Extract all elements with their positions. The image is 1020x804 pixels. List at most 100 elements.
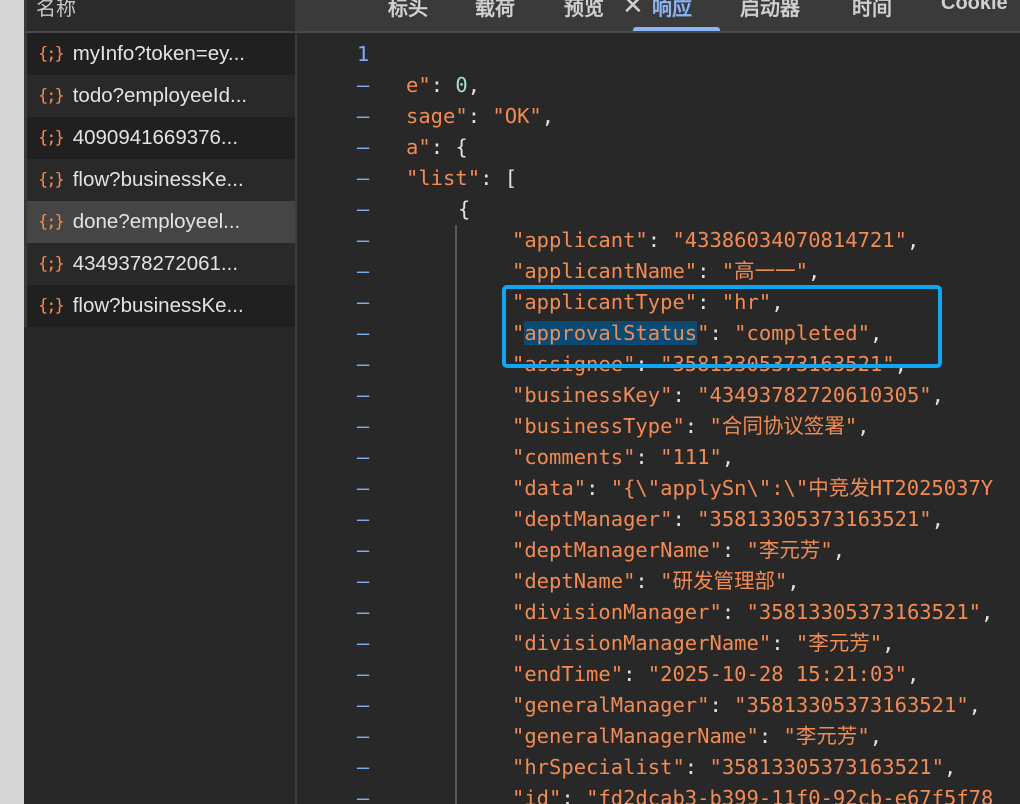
json-key: "hrSpecialist" [512, 755, 685, 779]
line-number: – [356, 73, 370, 97]
json-key: "generalManager" [512, 693, 710, 717]
json-key: "applicant" [512, 228, 648, 252]
line-number: – [356, 693, 370, 717]
request-label: done?employeel... [72, 210, 241, 233]
request-label: myInfo?token=ey... [72, 42, 245, 65]
json-string: "43493782720610305" [697, 383, 932, 407]
json-punctuation: : [758, 724, 784, 748]
json-key: e" [406, 73, 431, 97]
json-punctuation: : [586, 476, 611, 500]
highlight-box [502, 285, 942, 368]
json-punctuation: : [721, 538, 747, 562]
json-string: "35813305373163521" [709, 755, 944, 779]
json-key: "divisionManager" [512, 600, 722, 624]
line-number: – [356, 445, 370, 469]
line-number: – [356, 259, 370, 283]
line-number: – [356, 507, 370, 531]
tab-initiator[interactable]: 启动器 [740, 0, 800, 21]
json-punctuation: , [882, 631, 895, 655]
line-number: – [356, 786, 370, 804]
line-number: – [356, 290, 370, 314]
indent-guide [455, 225, 457, 804]
json-string: "李元芳" [783, 724, 870, 748]
line-number: – [356, 228, 370, 252]
json-string: "合同协议签署" [709, 414, 858, 438]
line-number: – [356, 383, 370, 407]
tab-response[interactable]: 响应 [652, 0, 692, 21]
json-string: "李元芳" [746, 538, 833, 562]
json-key: "businessKey" [512, 383, 673, 407]
line-number: – [356, 538, 370, 562]
json-brace-icon: {;} [38, 254, 65, 274]
response-viewer[interactable]: 1 – e": 0, – sage": "OK", – a": {– "list": [– {–… [297, 33, 1020, 804]
json-punctuation: : [697, 259, 722, 283]
request-item[interactable]: {;} myInfo?token=ey... [24, 33, 295, 75]
window-edge [0, 0, 24, 804]
line-number: – [356, 724, 370, 748]
tab-headers[interactable]: 标头 [388, 0, 428, 21]
json-punctuation: : [721, 600, 747, 624]
close-icon[interactable]: ✕ [622, 0, 644, 21]
line-number: – [356, 600, 370, 624]
json-string: "{\"applySn\":\"中竞发HT2025037Y [610, 476, 994, 500]
json-punctuation: , [541, 104, 555, 128]
json-punctuation: : [709, 693, 735, 717]
request-item[interactable]: {;} 4090941669376... [24, 117, 295, 159]
json-number: 0 [455, 73, 468, 97]
json-string: "OK" [492, 104, 542, 128]
line-number: – [356, 662, 370, 686]
json-punctuation: , [906, 662, 920, 686]
tab-cookies[interactable]: Cookie [941, 0, 1008, 15]
json-punctuation: : [771, 631, 796, 655]
json-punctuation: , [931, 383, 944, 407]
json-key: "data" [512, 476, 587, 500]
json-key: "comments" [512, 445, 636, 469]
json-string: "研发管理部" [660, 569, 788, 593]
request-item[interactable]: {;} todo?employeeId... [24, 75, 295, 117]
json-punctuation: : [672, 383, 698, 407]
json-punctuation: : { [430, 135, 468, 159]
request-item[interactable]: {;} done?employeel... [24, 201, 295, 243]
request-item[interactable]: {;} flow?businessKe... [24, 285, 295, 327]
json-key: sage" [406, 104, 468, 128]
json-punctuation: : [623, 662, 648, 686]
line-number: – [356, 166, 370, 190]
json-punctuation: : [684, 755, 710, 779]
json-punctuation: , [931, 507, 944, 531]
json-punctuation: : [467, 104, 493, 128]
json-punctuation: , [981, 600, 994, 624]
request-label: flow?businessKe... [72, 168, 244, 191]
json-string: "35813305373163521" [746, 600, 982, 624]
tab-preview[interactable]: 预览 [564, 0, 604, 21]
json-key: "deptManager" [512, 507, 673, 531]
line-number: – [356, 631, 370, 655]
json-string: "43386034070814721" [672, 228, 907, 252]
json-string: "李元芳" [795, 631, 883, 655]
tab-timing[interactable]: 时间 [852, 0, 892, 21]
json-punctuation: , [869, 724, 883, 748]
request-item[interactable]: {;} flow?businessKe... [24, 159, 295, 201]
json-key: "list" [406, 166, 481, 190]
json-brace-icon: {;} [38, 128, 65, 148]
json-punctuation: , [968, 693, 982, 717]
json-punctuation: , [943, 755, 957, 779]
json-key: "id" [512, 786, 562, 804]
json-key: "endTime" [512, 662, 624, 686]
request-list: {;} myInfo?token=ey... {;} todo?employeeId.… [24, 33, 295, 327]
json-punctuation: { [458, 197, 471, 221]
json-key: "deptName" [512, 569, 636, 593]
active-tab-indicator [633, 27, 720, 31]
line-number: – [356, 321, 370, 345]
json-key: "deptManagerName" [512, 538, 722, 562]
json-punctuation: : [684, 414, 710, 438]
json-key: a" [406, 135, 431, 159]
name-column-header[interactable]: 名称 [24, 0, 295, 33]
json-string: "fd2dcab3-b399-11f0-92cb-e67f5f78 [586, 786, 994, 804]
request-list-panel: 名称 {;} myInfo?token=ey... {;} todo?employee… [24, 0, 297, 804]
tab-payload[interactable]: 载荷 [475, 0, 515, 21]
request-item[interactable]: {;} 4349378272061... [24, 243, 295, 285]
json-key: "divisionManagerName" [512, 631, 772, 655]
json-brace-icon: {;} [38, 170, 65, 190]
json-punctuation: , [857, 414, 870, 438]
json-punctuation: , [906, 228, 920, 252]
